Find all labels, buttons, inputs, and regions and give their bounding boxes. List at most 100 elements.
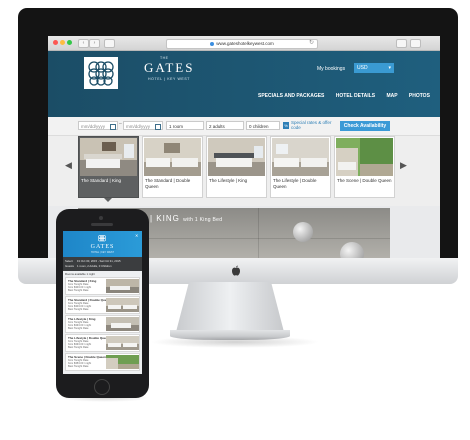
- shower-knob: [293, 222, 313, 242]
- gates-logo[interactable]: [84, 57, 118, 89]
- children-value: 0 children: [249, 124, 269, 129]
- search-guests: 1 room, 2 Adults, 0 Children: [77, 264, 112, 268]
- main-nav: SPECIALS AND PACKAGES HOTEL DETAILS MAP …: [248, 93, 430, 99]
- hero-title: | KING with 1 King Bed: [150, 214, 222, 223]
- check-availability-button[interactable]: Check Availability: [340, 121, 390, 131]
- camera-icon: [99, 216, 103, 220]
- calendar-icon[interactable]: [110, 124, 116, 130]
- minimize-window-icon[interactable]: [60, 40, 65, 45]
- site-header: THE GATES HOTEL | KEY WEST My bookings U…: [48, 51, 440, 117]
- phone-room-photo: [106, 336, 139, 350]
- iphone-device: ✕ GATES HOTEL | KEY WEST Select Fri Oct …: [56, 209, 149, 398]
- promo-code-link[interactable]: Special rates & offer code: [291, 120, 335, 130]
- phone-screen: ✕ GATES HOTEL | KEY WEST Select Fri Oct …: [63, 231, 142, 374]
- room-card-scene-double-queen[interactable]: The Scene | Double Queen: [334, 136, 395, 198]
- address-bar-url: www.gateshotelkeywest.com: [216, 41, 274, 46]
- brand-name: GATES: [144, 60, 195, 75]
- room-card-label: The Lifestyle | Double Queen: [273, 178, 317, 189]
- share-icon[interactable]: [396, 39, 407, 48]
- my-bookings-link[interactable]: My bookings: [317, 66, 345, 72]
- gates-logo-icon[interactable]: [97, 234, 107, 243]
- hero-room-name: | KING: [150, 214, 180, 223]
- children-select[interactable]: 0 children: [246, 121, 280, 130]
- room-card-lifestyle-king[interactable]: The Lifestyle | King: [206, 136, 267, 198]
- room-carousel: ◀ ▶ The Standard | King The Standard | D…: [48, 136, 440, 206]
- forward-icon[interactable]: ›: [89, 39, 100, 48]
- phone-room-item[interactable]: The Standard | King from Tonight Rate fr…: [65, 277, 140, 295]
- checkout-field[interactable]: mm/dd/yyyy: [123, 121, 163, 130]
- phone-room-rate-note: Best Tonight Rate: [68, 289, 89, 292]
- brand-subtitle: HOTEL | KEY WEST: [148, 77, 191, 81]
- hero-bed-type: with 1 King Bed: [183, 217, 223, 223]
- room-card-standard-double-queen[interactable]: The Standard | Double Queen: [142, 136, 203, 198]
- tabs-icon[interactable]: [410, 39, 421, 48]
- nav-photos[interactable]: PHOTOS: [409, 93, 430, 99]
- phone-room-photo: [106, 279, 139, 293]
- phone-brand-subtitle: HOTEL | KEY WEST: [90, 251, 115, 254]
- phone-brand-name: GATES: [90, 244, 115, 250]
- apple-logo-icon: [232, 265, 240, 276]
- adults-value: 2 adults: [209, 124, 225, 129]
- home-button[interactable]: [94, 379, 110, 395]
- room-card-standard-king[interactable]: The Standard | King: [78, 136, 139, 198]
- gates-logo-icon: [88, 61, 114, 86]
- active-card-pointer: [104, 198, 112, 202]
- nav-map[interactable]: MAP: [386, 93, 397, 99]
- phone-room-photo: [106, 298, 139, 312]
- date-separator: –: [119, 121, 122, 127]
- phone-room-item[interactable]: The Scene | Double Queen from Tonight Ra…: [65, 353, 140, 371]
- checkin-placeholder: mm/dd/yyyy: [81, 124, 106, 129]
- close-icon[interactable]: ✕: [135, 233, 138, 238]
- phone-room-rate-note: Best Tonight Rate: [68, 327, 89, 330]
- carousel-next-icon[interactable]: ▶: [400, 160, 407, 171]
- phone-room-item[interactable]: The Lifestyle | King from Tonight Rate f…: [65, 315, 140, 333]
- rooms-select[interactable]: 1 room: [166, 121, 204, 130]
- phone-room-rate-note: Best Tonight Rate: [68, 365, 89, 368]
- carousel-prev-icon[interactable]: ◀: [65, 160, 72, 171]
- back-icon[interactable]: ‹: [78, 39, 89, 48]
- phone-room-photo: [106, 355, 139, 369]
- room-card-label: The Scene | Double Queen: [337, 178, 392, 183]
- phone-room-photo: [106, 317, 139, 331]
- room-card-label: The Lifestyle | King: [209, 178, 248, 183]
- search-select-label: Select: [65, 259, 73, 263]
- booking-bar: mm/dd/yyyy – mm/dd/yyyy 1 room 2 adults …: [48, 117, 440, 136]
- checkin-field[interactable]: mm/dd/yyyy: [78, 121, 118, 130]
- room-photo: [144, 138, 201, 176]
- sidebar-icon[interactable]: [104, 39, 115, 48]
- tile-grout: [258, 208, 259, 262]
- adults-select[interactable]: 2 adults: [206, 121, 244, 130]
- phone-room-rate-note: Best Tonight Rate: [68, 346, 89, 349]
- currency-select[interactable]: USD ▾: [354, 63, 394, 73]
- zoom-window-icon[interactable]: [67, 40, 72, 45]
- reload-icon[interactable]: ↻: [309, 39, 314, 46]
- imac-shadow: [150, 336, 320, 348]
- room-card-label: The Standard | Double Queen: [145, 178, 191, 189]
- phone-room-rate-note: Best Tonight Rate: [68, 308, 89, 311]
- room-card-lifestyle-double-queen[interactable]: The Lifestyle | Double Queen: [270, 136, 331, 198]
- browser-toolbar: ‹ › www.gateshotelkeywest.com ↻: [48, 36, 440, 51]
- room-photo: [336, 138, 393, 176]
- site-icon: [210, 41, 215, 46]
- room-photo: [80, 138, 137, 176]
- phone-room-item[interactable]: The Lifestyle | Double Queen from Tonigh…: [65, 334, 140, 352]
- nav-specials[interactable]: SPECIALS AND PACKAGES: [258, 93, 324, 99]
- room-photo: [208, 138, 265, 176]
- chevron-down-icon: ▾: [388, 65, 391, 71]
- imac-stand: [176, 282, 284, 332]
- phone-rooms-heading: Rooms available 1 night: [65, 272, 95, 276]
- calendar-icon[interactable]: [155, 124, 161, 130]
- phone-header: ✕ GATES HOTEL | KEY WEST: [63, 231, 142, 257]
- checkout-placeholder: mm/dd/yyyy: [126, 124, 151, 129]
- close-window-icon[interactable]: [53, 40, 58, 45]
- phone-room-item[interactable]: The Standard | Double Queen from Tonight…: [65, 296, 140, 314]
- room-photo: [272, 138, 329, 176]
- search-dates: Fri Oct 30, 2015 - Sat Oct 31, 2015: [77, 259, 121, 263]
- currency-value: USD: [357, 65, 368, 71]
- phone-search-summary[interactable]: Select Fri Oct 30, 2015 - Sat Oct 31, 20…: [63, 257, 142, 271]
- address-bar[interactable]: www.gateshotelkeywest.com: [166, 39, 318, 49]
- nav-hotel-details[interactable]: HOTEL DETAILS: [336, 93, 375, 99]
- search-guests-label: Guests: [65, 264, 74, 268]
- room-card-label: The Standard | King: [81, 178, 121, 183]
- rooms-value: 1 room: [169, 124, 184, 129]
